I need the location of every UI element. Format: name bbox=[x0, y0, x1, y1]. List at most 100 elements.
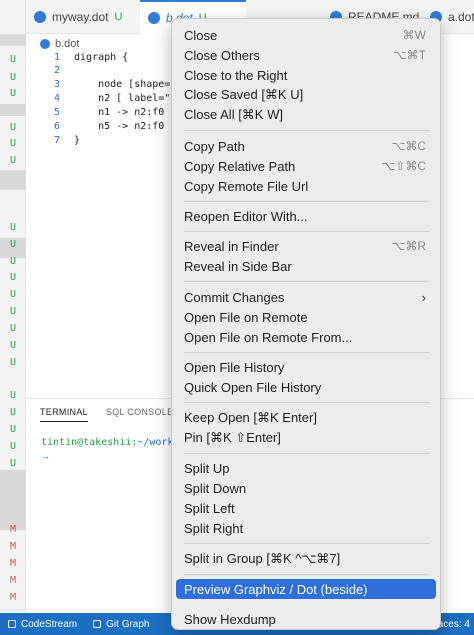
menu-item-label: Split in Group [⌘K ^⌥⌘7] bbox=[184, 551, 341, 566]
git-status-untracked: U bbox=[9, 88, 17, 99]
git-status-untracked: U bbox=[9, 272, 17, 283]
line-number: 6 bbox=[53, 121, 60, 132]
indentation-label: aces: 4 bbox=[437, 618, 470, 630]
line-number: 5 bbox=[53, 107, 60, 118]
code-line: 2 bbox=[26, 65, 74, 80]
menu-item-shortcut: ⌥⌘C bbox=[391, 139, 427, 153]
terminal-prompt-arrow: → bbox=[41, 451, 50, 461]
panel-tabs: TERMINAL SQL CONSOLE bbox=[40, 407, 191, 422]
menu-item-label: Open File on Remote bbox=[184, 309, 308, 325]
menu-item-preview-graphviz[interactable]: Preview Graphviz / Dot (beside) bbox=[176, 579, 436, 599]
graphviz-file-icon bbox=[148, 12, 160, 24]
terminal-host: @takeshii bbox=[77, 437, 132, 448]
menu-item-label: Close Saved [⌘K U] bbox=[184, 87, 304, 102]
menu-item-label: Close Others bbox=[184, 47, 260, 63]
menu-item-close-all[interactable]: Close All [⌘K W] bbox=[176, 105, 436, 125]
menu-separator bbox=[184, 352, 430, 353]
tab-terminal[interactable]: TERMINAL bbox=[40, 407, 88, 422]
graphviz-file-icon bbox=[40, 39, 50, 49]
menu-item-commit-changes[interactable]: Commit Changes › bbox=[176, 287, 436, 307]
explorer-gutter: U U U U U U U U U U U U U U U U U U U U … bbox=[0, 0, 26, 613]
git-status-untracked: U bbox=[9, 54, 17, 65]
line-text: } bbox=[74, 135, 81, 146]
terminal-user: tintin bbox=[41, 437, 78, 448]
codestream-status-item[interactable]: CodeStream bbox=[8, 619, 77, 630]
git-status-untracked: U bbox=[9, 458, 17, 469]
line-text: n1 -> n2:f0 n bbox=[74, 107, 177, 118]
tab-myway-dot[interactable]: myway.dot U bbox=[26, 0, 140, 34]
menu-item-close[interactable]: Close ⌘W bbox=[176, 25, 436, 45]
menu-item-label: Copy Relative Path bbox=[184, 158, 296, 174]
breadcrumb[interactable]: b.dot bbox=[40, 36, 79, 52]
menu-item-reopen-editor-with[interactable]: Reopen Editor With... bbox=[176, 206, 436, 226]
menu-separator bbox=[184, 130, 430, 131]
menu-item-quick-open-file-history[interactable]: Quick Open File History bbox=[176, 377, 436, 397]
menu-item-label: Pin [⌘K ⇧Enter] bbox=[184, 430, 281, 445]
menu-item-reveal-in-sidebar[interactable]: Reveal in Side Bar bbox=[176, 256, 436, 276]
menu-item-copy-remote-url[interactable]: Copy Remote File Url bbox=[176, 176, 436, 196]
tab-label: myway.dot bbox=[52, 10, 109, 24]
breadcrumb-file: b.dot bbox=[55, 38, 80, 50]
menu-separator bbox=[184, 201, 430, 202]
code-line: 4 n2 [ label="< bbox=[26, 93, 176, 108]
menu-item-label: Split Up bbox=[184, 460, 230, 476]
code-line: 5 n1 -> n2:f0 n bbox=[26, 107, 176, 122]
menu-item-open-on-remote-from[interactable]: Open File on Remote From... bbox=[176, 327, 436, 347]
menu-item-open-file-history[interactable]: Open File History bbox=[176, 357, 436, 377]
menu-item-close-others[interactable]: Close Others ⌥⌘T bbox=[176, 45, 436, 65]
indentation-status-item[interactable]: aces: 4 bbox=[438, 613, 474, 635]
line-number: 3 bbox=[53, 79, 60, 90]
menu-item-label: Copy Path bbox=[184, 138, 245, 154]
terminal-prompt-line[interactable]: tintin@takeshii:~/worksp bbox=[41, 437, 186, 448]
menu-item-split-down[interactable]: Split Down bbox=[176, 478, 436, 498]
git-status-untracked: U bbox=[9, 155, 17, 166]
menu-item-open-on-remote[interactable]: Open File on Remote bbox=[176, 307, 436, 327]
line-text: n5 -> n2:f0 bbox=[74, 121, 165, 132]
menu-item-keep-open[interactable]: Keep Open [⌘K Enter] bbox=[176, 408, 436, 428]
code-line: 6 n5 -> n2:f0 bbox=[26, 121, 164, 136]
menu-separator bbox=[184, 453, 430, 454]
git-status-untracked: U bbox=[9, 390, 17, 401]
git-status-modified: M bbox=[9, 575, 17, 586]
git-graph-status-item[interactable]: Git Graph bbox=[93, 619, 150, 630]
menu-item-show-hexdump[interactable]: Show Hexdump bbox=[176, 609, 436, 629]
menu-item-label: Preview Graphviz / Dot (beside) bbox=[184, 581, 368, 597]
line-text: n2 [ label="< bbox=[74, 93, 177, 104]
tab-git-status: U bbox=[114, 11, 123, 23]
chevron-right-icon: › bbox=[421, 289, 426, 305]
git-status-untracked: U bbox=[9, 323, 17, 334]
menu-item-copy-relative-path[interactable]: Copy Relative Path ⌥⇧⌘C bbox=[176, 156, 436, 176]
git-status-untracked: U bbox=[9, 424, 17, 435]
tab-sql-console[interactable]: SQL CONSOLE bbox=[106, 407, 174, 422]
menu-item-close-to-right[interactable]: Close to the Right bbox=[176, 65, 436, 85]
menu-item-label: Close to the Right bbox=[184, 67, 288, 83]
git-status-untracked: U bbox=[9, 122, 17, 133]
code-line: 7} bbox=[26, 135, 80, 150]
menu-item-split-right[interactable]: Split Right bbox=[176, 518, 436, 538]
menu-item-label: Copy Remote File Url bbox=[184, 178, 309, 194]
menu-item-split-in-group[interactable]: Split in Group [⌘K ^⌥⌘7] bbox=[176, 549, 436, 569]
menu-item-label: Reopen Editor With... bbox=[184, 208, 308, 224]
menu-separator bbox=[184, 402, 430, 403]
git-graph-icon bbox=[93, 620, 102, 628]
git-status-modified: M bbox=[9, 541, 17, 552]
menu-item-pin[interactable]: Pin [⌘K ⇧Enter] bbox=[176, 428, 436, 448]
menu-item-close-saved[interactable]: Close Saved [⌘K U] bbox=[176, 85, 436, 105]
tab-context-menu: Close ⌘W Close Others ⌥⌘T Close to the Rig… bbox=[171, 18, 441, 630]
vscode-window: U U U U U U U U U U U U U U U U U U U U … bbox=[0, 0, 474, 635]
menu-item-label: Quick Open File History bbox=[184, 379, 322, 395]
menu-item-label: Reveal in Side Bar bbox=[184, 258, 292, 274]
git-status-modified: M bbox=[9, 592, 17, 603]
git-status-untracked: U bbox=[9, 256, 17, 267]
git-status-untracked: U bbox=[9, 138, 17, 149]
git-status-untracked: U bbox=[9, 407, 17, 418]
git-status-untracked: U bbox=[9, 289, 17, 300]
menu-item-reveal-in-finder[interactable]: Reveal in Finder ⌥⌘R bbox=[176, 236, 436, 256]
menu-item-label: Split Left bbox=[184, 500, 235, 516]
codestream-label: CodeStream bbox=[21, 618, 78, 630]
git-status-untracked: U bbox=[9, 306, 17, 317]
menu-item-copy-path[interactable]: Copy Path ⌥⌘C bbox=[176, 136, 436, 156]
menu-item-split-left[interactable]: Split Left bbox=[176, 498, 436, 518]
menu-item-shortcut: ⌥⌘R bbox=[391, 239, 427, 253]
menu-item-split-up[interactable]: Split Up bbox=[176, 458, 436, 478]
